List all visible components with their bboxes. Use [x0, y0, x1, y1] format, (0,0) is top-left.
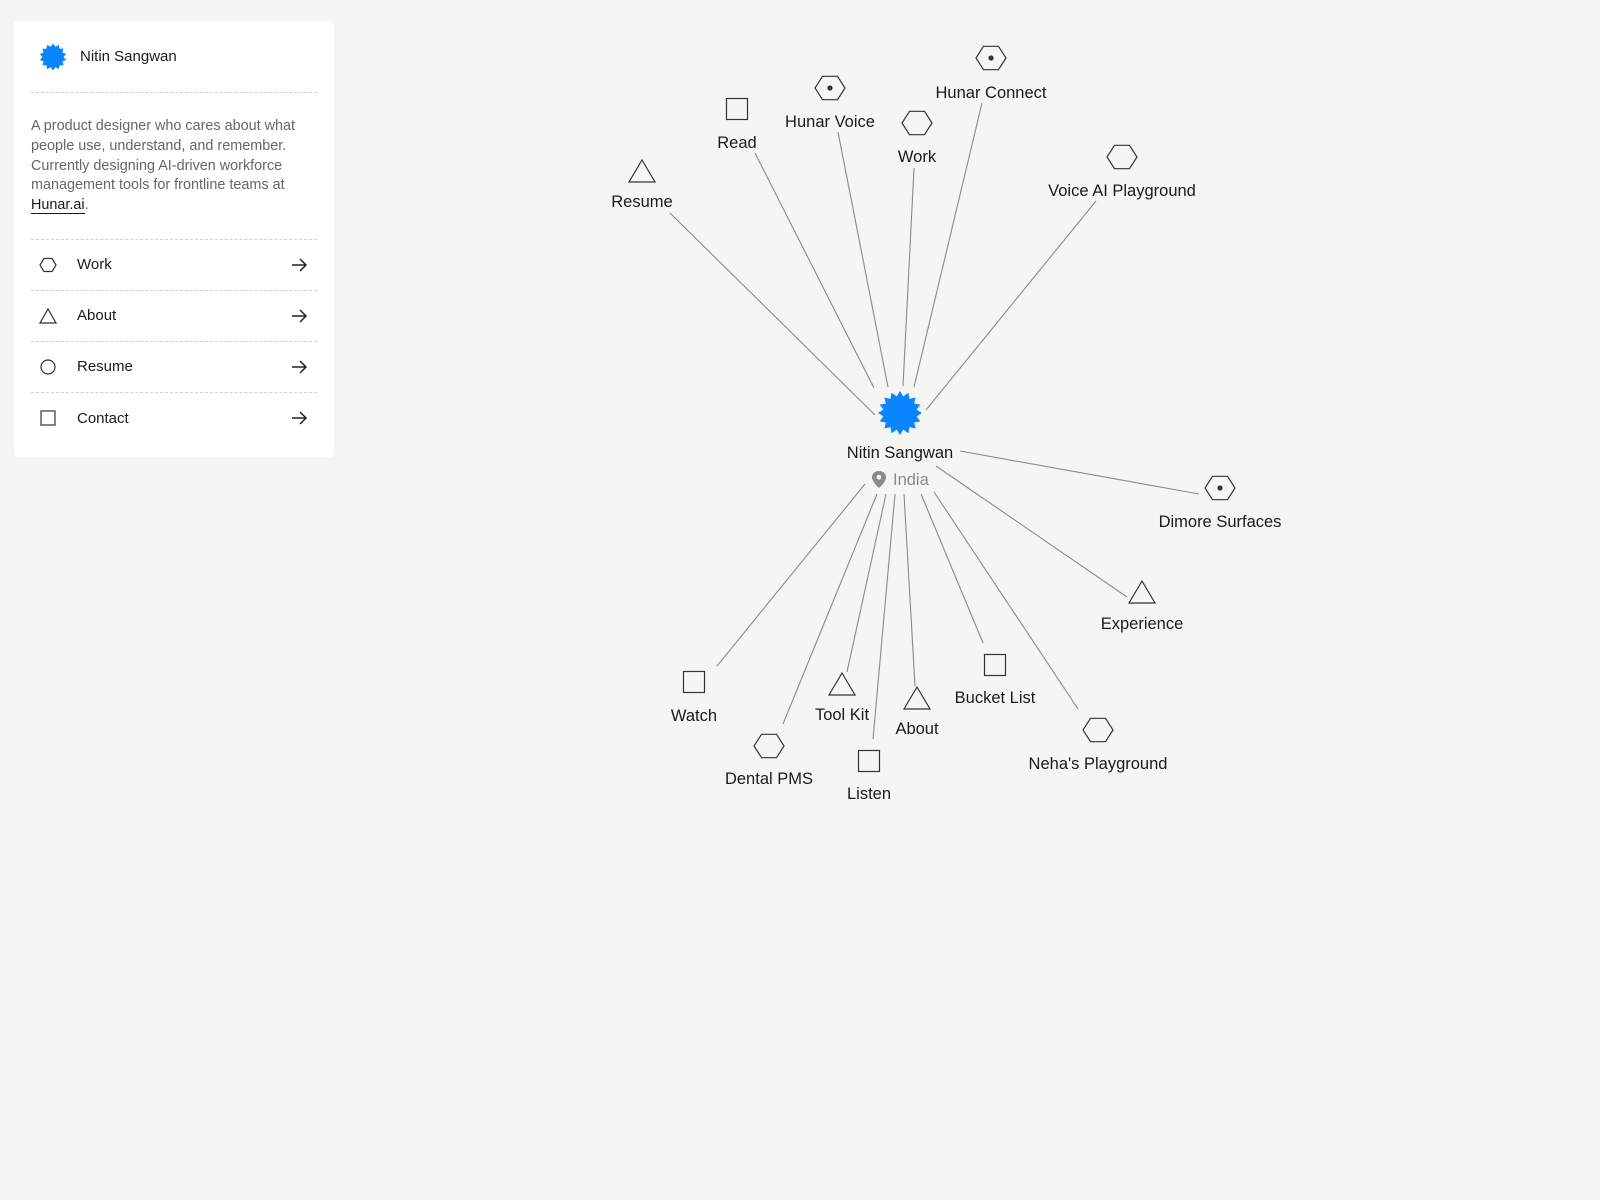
square-icon	[725, 97, 749, 121]
triangle-icon	[627, 158, 657, 183]
graph-node-label: Neha's Playground	[1029, 755, 1168, 773]
graph-node-label: Hunar Voice	[785, 113, 875, 131]
graph-node-dimore-surfaces[interactable]: Dimore Surfaces	[1159, 475, 1282, 531]
square-icon	[857, 749, 881, 773]
triangle-icon	[1127, 579, 1157, 604]
graph-edge	[754, 152, 875, 389]
graph-edge	[716, 483, 866, 667]
graph-node-label: Work	[898, 148, 937, 166]
hexagon-icon	[753, 733, 785, 759]
center-node-name: Nitin Sangwan	[847, 444, 953, 462]
graph-edge	[872, 493, 896, 740]
square-icon	[682, 670, 706, 694]
graph-node-label: Bucket List	[955, 689, 1036, 707]
graph-node-read[interactable]: Read	[717, 97, 757, 153]
hexagon-icon	[901, 110, 933, 136]
location-pin-icon	[872, 471, 886, 488]
flower-logo-icon	[878, 391, 922, 435]
graph-node-listen[interactable]: Listen	[847, 749, 891, 804]
graph-node-hunar-voice[interactable]: Hunar Voice	[785, 75, 875, 131]
graph-node-label: About	[895, 720, 939, 738]
graph-node-label: Dental PMS	[725, 770, 813, 788]
graph-node-experience[interactable]: Experience	[1101, 579, 1184, 633]
graph-nodes: Resume Read Hunar Voice Work Hunar Connect Vo…	[611, 45, 1282, 804]
graph-node-dental-pms[interactable]: Dental PMS	[725, 733, 813, 788]
triangle-icon	[827, 671, 857, 696]
graph-center-node[interactable]: Nitin Sangwan India	[847, 391, 953, 489]
hexagon-center-dot	[1217, 485, 1223, 491]
graph-node-hunar-connect[interactable]: Hunar Connect	[936, 45, 1047, 102]
graph-node-resume[interactable]: Resume	[611, 158, 673, 211]
graph-edge	[782, 493, 878, 725]
triangle-icon	[902, 685, 932, 710]
graph-node-label: Watch	[671, 707, 717, 725]
hexagon-icon	[1082, 717, 1114, 743]
graph-node-bucket-list[interactable]: Bucket List	[955, 653, 1036, 708]
graph-node-tool-kit[interactable]: Tool Kit	[815, 671, 870, 724]
graph-edge	[933, 491, 1079, 710]
graph-edge	[935, 465, 1128, 598]
graph-node-label: Experience	[1101, 615, 1184, 633]
graph-edge	[903, 493, 916, 687]
graph-edge	[669, 212, 876, 416]
hexagon-center-dot	[988, 55, 994, 61]
graph-node-label: Read	[717, 134, 756, 152]
graph-edge	[920, 493, 984, 644]
center-node-location: India	[893, 471, 930, 489]
graph-node-label: Dimore Surfaces	[1159, 513, 1282, 531]
graph-node-label: Hunar Connect	[936, 84, 1047, 102]
graph-node-neha-s-playground[interactable]: Neha's Playground	[1029, 717, 1168, 773]
graph-edge	[902, 167, 915, 387]
project-graph[interactable]: Resume Read Hunar Voice Work Hunar Connect Vo…	[0, 0, 1600, 1200]
graph-node-label: Voice AI Playground	[1048, 182, 1196, 200]
graph-node-label: Tool Kit	[815, 706, 870, 724]
hexagon-icon	[1106, 144, 1138, 170]
graph-node-about[interactable]: About	[895, 685, 939, 738]
graph-edge	[837, 131, 889, 388]
graph-edge	[959, 450, 1200, 495]
hexagon-center-dot	[827, 85, 833, 91]
graph-edge	[913, 102, 983, 388]
graph-node-label: Listen	[847, 785, 891, 803]
graph-node-label: Resume	[611, 193, 672, 211]
graph-node-voice-ai-playground[interactable]: Voice AI Playground	[1048, 144, 1196, 200]
square-icon	[983, 653, 1007, 677]
graph-node-watch[interactable]: Watch	[671, 670, 717, 726]
graph-node-work[interactable]: Work	[898, 110, 937, 166]
